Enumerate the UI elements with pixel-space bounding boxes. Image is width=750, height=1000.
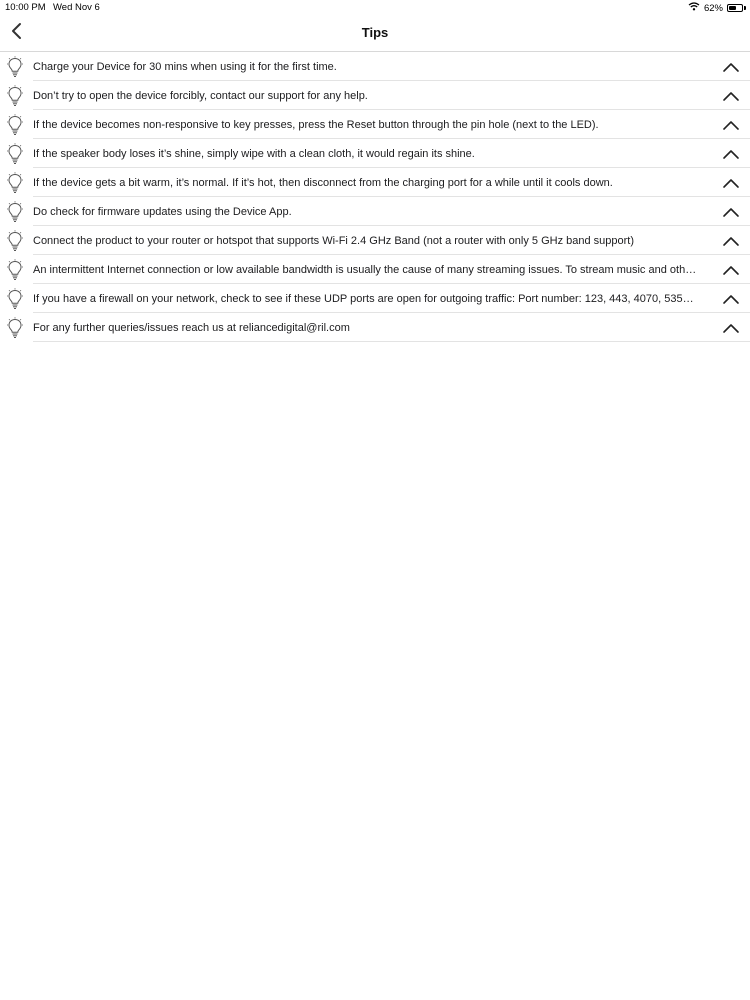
chevron-up-icon[interactable] — [722, 89, 740, 101]
tip-row-10[interactable]: For any further queries/issues reach us … — [0, 313, 750, 342]
chevron-up-icon[interactable] — [722, 176, 740, 188]
battery-fill — [729, 6, 736, 10]
tip-text: Connect the product to your router or ho… — [33, 235, 635, 247]
chevron-up-icon[interactable] — [722, 321, 740, 333]
lightbulb-icon — [6, 259, 24, 281]
battery-icon — [727, 4, 743, 12]
navigation-bar: Tips — [0, 16, 750, 52]
chevron-up-icon[interactable] — [722, 205, 740, 217]
chevron-up-icon[interactable] — [722, 147, 740, 159]
tip-text: If the device gets a bit warm, it’s norm… — [33, 177, 613, 189]
status-time: 10:00 PM — [5, 2, 46, 13]
tip-text: If the speaker body loses it’s shine, si… — [33, 148, 475, 160]
tip-row-4[interactable]: If the speaker body loses it’s shine, si… — [0, 139, 750, 168]
lightbulb-icon — [6, 85, 24, 107]
tip-row-3[interactable]: If the device becomes non-responsive to … — [0, 110, 750, 139]
lightbulb-icon — [6, 172, 24, 194]
tip-row-2[interactable]: Don’t try to open the device forcibly, c… — [0, 81, 750, 110]
lightbulb-icon — [6, 56, 24, 78]
tip-text: Do check for firmware updates using the … — [33, 206, 292, 218]
lightbulb-icon — [6, 143, 24, 165]
lightbulb-icon — [6, 288, 24, 310]
battery-tip — [744, 6, 746, 10]
tip-row-8[interactable]: An intermittent Internet connection or l… — [0, 255, 750, 284]
chevron-up-icon[interactable] — [722, 234, 740, 246]
lightbulb-icon — [6, 114, 24, 136]
chevron-up-icon[interactable] — [722, 292, 740, 304]
tip-row-7[interactable]: Connect the product to your router or ho… — [0, 226, 750, 255]
tip-text: An intermittent Internet connection or l… — [33, 264, 697, 276]
chevron-up-icon[interactable] — [722, 263, 740, 275]
tip-text: For any further queries/issues reach us … — [33, 322, 350, 334]
lightbulb-icon — [6, 230, 24, 252]
wifi-icon — [688, 2, 700, 14]
tip-text: Don’t try to open the device forcibly, c… — [33, 90, 368, 102]
tip-row-6[interactable]: Do check for firmware updates using the … — [0, 197, 750, 226]
status-indicators: 62% — [688, 1, 746, 15]
status-date: Wed Nov 6 — [53, 2, 100, 13]
tip-text: If you have a firewall on your network, … — [33, 293, 694, 305]
battery-percent: 62% — [703, 2, 723, 14]
page-title: Tips — [361, 25, 389, 40]
lightbulb-icon — [6, 201, 24, 223]
tip-row-9[interactable]: If you have a firewall on your network, … — [0, 284, 750, 313]
tip-row-5[interactable]: If the device gets a bit warm, it’s norm… — [0, 168, 750, 197]
status-bar: 10:00 PM Wed Nov 6 62% — [0, 0, 750, 16]
tip-text: Charge your Device for 30 mins when usin… — [33, 61, 337, 73]
chevron-up-icon[interactable] — [722, 60, 740, 72]
lightbulb-icon — [6, 317, 24, 339]
tips-list: Charge your Device for 30 mins when usin… — [0, 52, 750, 342]
tip-row-1[interactable]: Charge your Device for 30 mins when usin… — [0, 52, 750, 81]
chevron-up-icon[interactable] — [722, 118, 740, 130]
tip-text: If the device becomes non-responsive to … — [33, 119, 599, 131]
